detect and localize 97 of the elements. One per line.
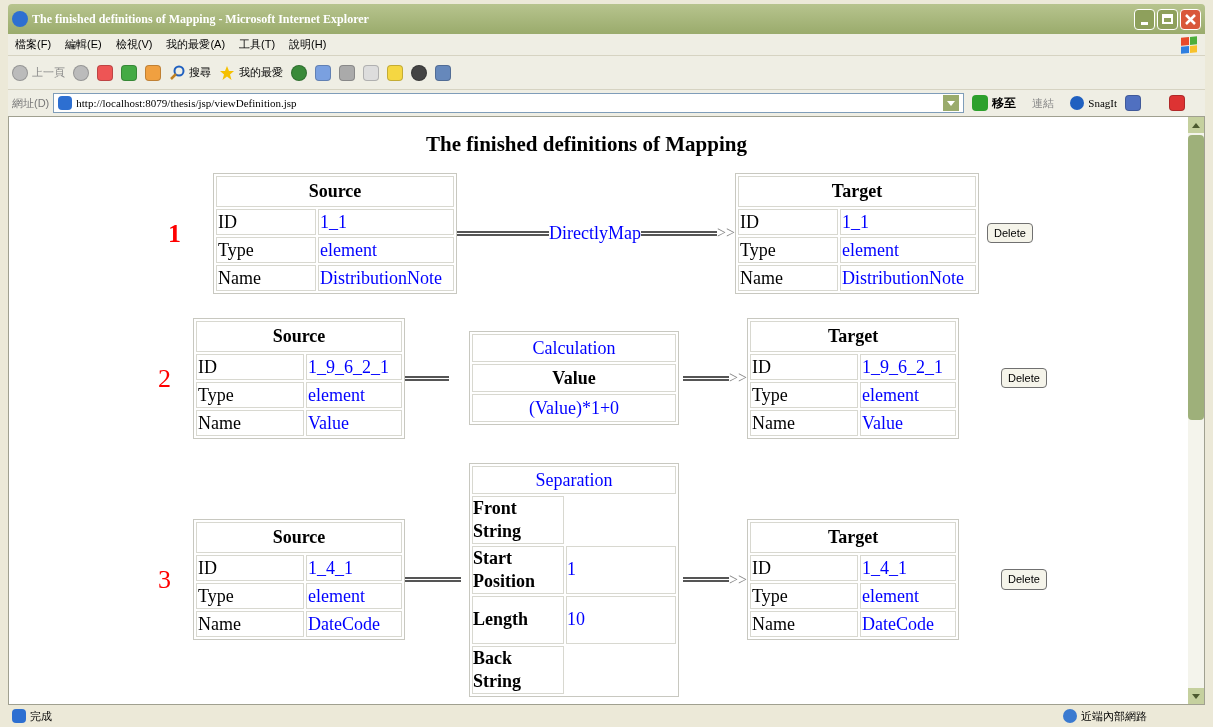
table-cell: Type (750, 583, 859, 609)
snagit-button[interactable]: SnagIt (1066, 94, 1121, 112)
table-cell: 1_9_6_2_1 (860, 353, 957, 380)
table-cell: element (860, 583, 957, 609)
table-cell: ID (738, 208, 838, 235)
favorites-button[interactable]: 我的最愛 (219, 64, 283, 81)
mapping-label: DirectlyMap (549, 221, 641, 245)
table-cell: ID (216, 208, 316, 235)
table-cell: element (306, 381, 402, 408)
table-cell: DistributionNote (840, 264, 976, 291)
table-cell: 1_9_6_2_1 (306, 353, 402, 380)
double-line (683, 375, 729, 381)
table-cell: ID (196, 555, 304, 581)
menu-item[interactable]: 檔案(F) (8, 36, 59, 53)
caret-up-icon (1192, 122, 1200, 128)
table-header: Source (216, 175, 454, 207)
window-title: The finished definitions of Mapping - Microsoft Internet Explorer (32, 11, 370, 28)
status-text: 完成 (30, 708, 53, 724)
table-cell: 1_1 (840, 208, 976, 235)
table-cell: Name (196, 409, 304, 436)
table-cell: ID (750, 555, 859, 581)
table-cell: element (860, 381, 957, 408)
caret-down-icon (1192, 693, 1200, 699)
table-cell: element (306, 583, 402, 609)
delete-button[interactable]: Delete (1001, 367, 1047, 389)
table-cell: Name (216, 264, 316, 291)
double-line (683, 577, 729, 582)
table-cell: Type (196, 381, 304, 408)
close-icon (1185, 13, 1196, 25)
table-cell: Name (750, 611, 859, 637)
table-cell: 1_1 (318, 208, 454, 235)
arrow-tip: >> (729, 368, 748, 388)
zone-text: 近端內部網路 (1081, 708, 1148, 724)
table-cell: Front String (472, 495, 564, 544)
table-header: Target (738, 175, 976, 207)
page-heading: The finished definitions of Mapping (425, 131, 748, 158)
table-cell: 1_4_1 (306, 555, 402, 581)
table-cell: Value (860, 409, 957, 436)
table-header: Source (196, 522, 402, 553)
table-cell: (Value)*1+0 (472, 394, 676, 422)
table-cell: Back String (472, 645, 564, 694)
table-header: Target (750, 320, 957, 352)
table-header: Source (196, 320, 402, 352)
url-text: http://localhost:8079/thesis/jsp/viewDefinition.jsp (76, 95, 298, 111)
table-header: Separation (472, 465, 676, 494)
table-cell: DistributionNote (318, 264, 454, 291)
table-cell: DateCode (860, 611, 957, 637)
menu-item[interactable]: 編輯(E) (58, 36, 109, 53)
table-cell: Name (738, 264, 838, 291)
close-button[interactable] (1180, 8, 1201, 30)
table-cell: Type (216, 236, 316, 263)
table-cell: ID (196, 353, 304, 380)
table-cell: DateCode (306, 611, 402, 637)
table-cell: Name (750, 409, 859, 436)
table-header: Target (750, 522, 957, 553)
address-label: 網址(D) (12, 95, 50, 111)
table-cell: Length (472, 595, 564, 644)
table-cell: 10 (566, 595, 676, 644)
minimize-button[interactable] (1134, 8, 1155, 30)
scroll-up-button[interactable] (1188, 117, 1204, 133)
double-line (405, 577, 461, 582)
table-cell: Type (196, 583, 304, 609)
maximize-button[interactable] (1157, 8, 1178, 30)
dropdown-icon[interactable] (943, 95, 960, 111)
delete-button[interactable]: Delete (1001, 569, 1047, 590)
arrow-tip: >> (716, 223, 735, 243)
mapping-number: 3 (158, 564, 171, 596)
scroll-thumb[interactable] (1188, 135, 1204, 420)
windows-logo-icon (1181, 35, 1197, 54)
star-icon (219, 64, 235, 81)
table-cell: 1_4_1 (860, 555, 957, 581)
menu-item[interactable]: 工具(T) (232, 36, 283, 53)
table-cell: Start Position (472, 545, 564, 594)
double-line (405, 375, 449, 381)
table-cell: ID (750, 353, 859, 380)
go-button[interactable]: 移至 (968, 94, 1021, 112)
table-cell: element (318, 236, 454, 263)
table-cell: Value (472, 364, 676, 392)
search-button[interactable]: 搜尋 (169, 64, 211, 81)
table-cell: Name (196, 611, 304, 637)
table-header: Calculation (472, 334, 676, 362)
scroll-down-button[interactable] (1188, 688, 1204, 704)
scrollbar[interactable] (1188, 117, 1204, 704)
table-cell: 1 (566, 545, 676, 594)
menu-item[interactable]: 檢視(V) (108, 36, 160, 53)
table-cell: Value (306, 409, 402, 436)
table-cell: Type (750, 381, 859, 408)
delete-button[interactable]: Delete (987, 222, 1033, 244)
search-icon (169, 64, 185, 81)
arrow-tip: >> (729, 569, 748, 590)
menu-item[interactable]: 我的最愛(A) (159, 36, 233, 53)
table-cell: Type (738, 236, 838, 263)
menu-item[interactable]: 說明(H) (282, 36, 334, 53)
address-field[interactable]: http://localhost:8079/thesis/jsp/viewDefinition.jsp (53, 93, 965, 113)
mapping-number: 2 (158, 362, 171, 395)
table-cell: element (840, 236, 976, 263)
mapping-number: 1 (168, 217, 181, 250)
